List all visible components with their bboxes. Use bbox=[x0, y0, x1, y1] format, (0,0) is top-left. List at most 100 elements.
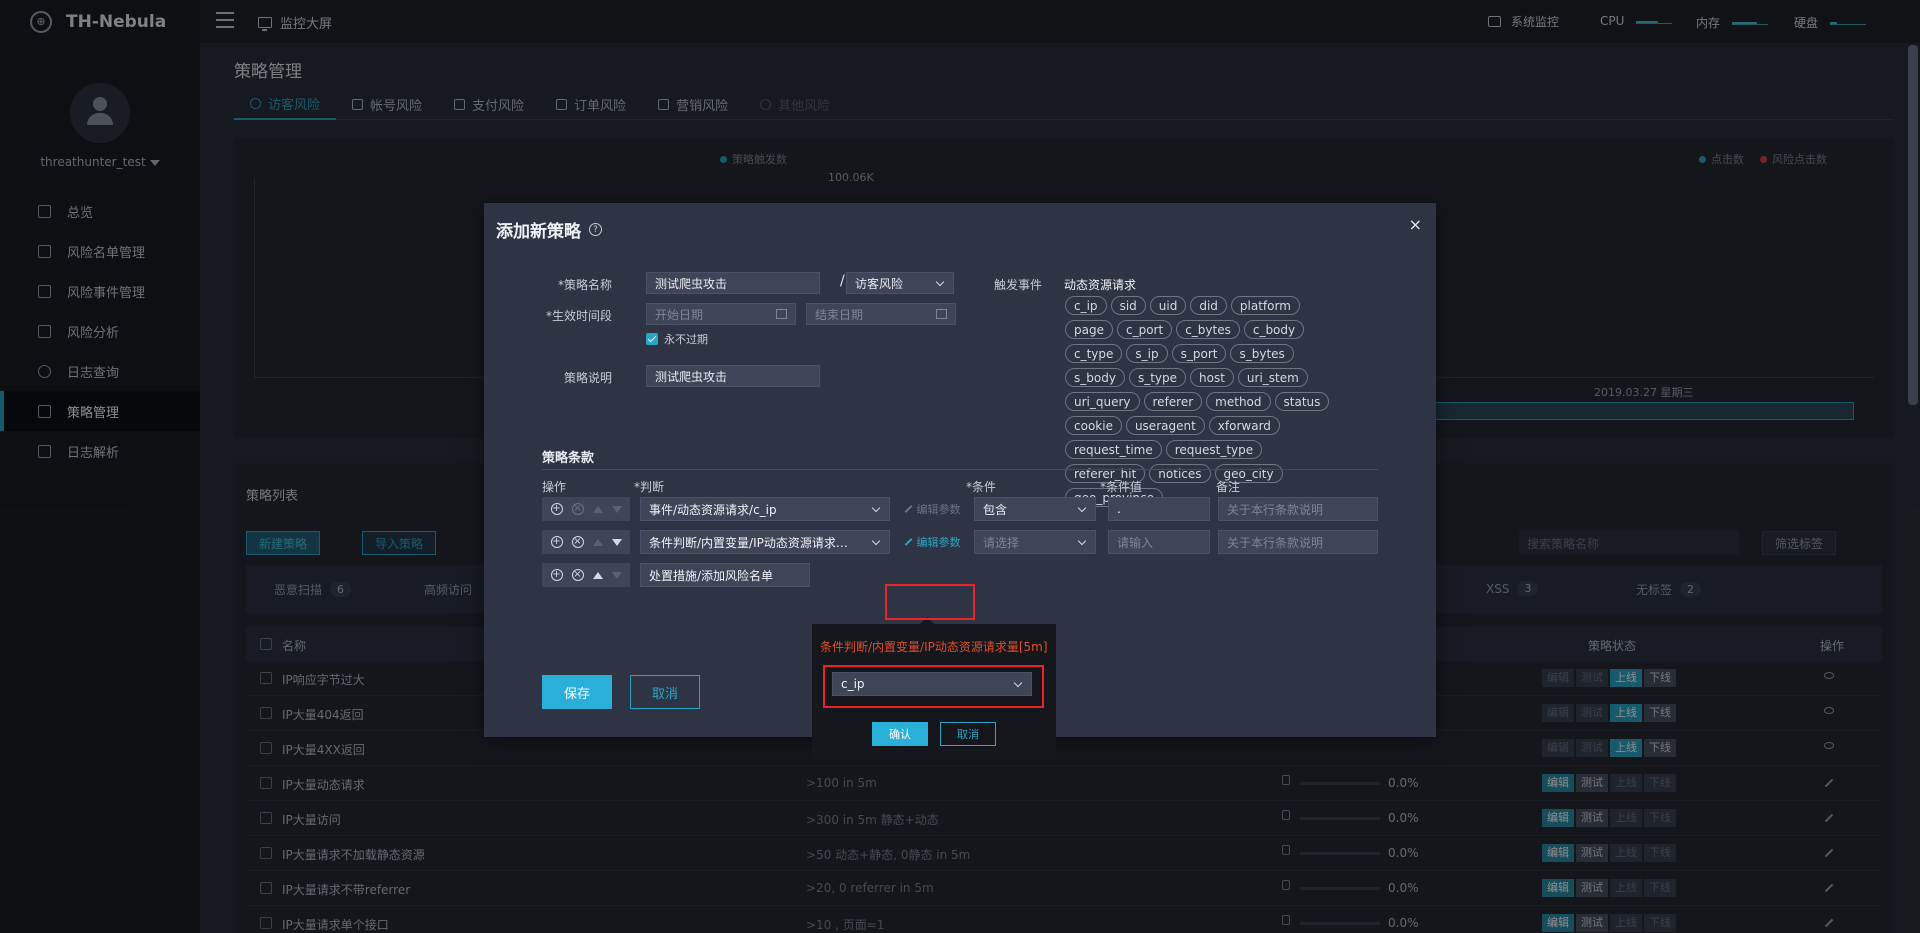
remove-row-icon[interactable]: × bbox=[571, 569, 584, 581]
help-icon[interactable]: ? bbox=[589, 223, 602, 236]
add-row-icon[interactable]: + bbox=[550, 503, 563, 515]
chevron-down-icon bbox=[935, 277, 945, 287]
never-expire-checkbox[interactable]: 永不过期 bbox=[646, 331, 708, 347]
category-select[interactable]: 访客风险 bbox=[846, 272, 954, 294]
time-range-label: *生效时间段 bbox=[545, 309, 612, 323]
condition-value: 包含 bbox=[983, 502, 1008, 517]
strategy-name-input[interactable]: 测试爬虫攻击 bbox=[646, 272, 820, 294]
row-ops: + × bbox=[542, 530, 630, 554]
col-judge-header: *判断 bbox=[634, 480, 665, 494]
move-down-icon[interactable] bbox=[611, 538, 622, 546]
event-field-tag[interactable]: cookie bbox=[1065, 416, 1122, 435]
add-row-icon[interactable]: + bbox=[550, 536, 563, 548]
edit-params-button-1: 编辑参数 bbox=[892, 497, 972, 521]
description-input[interactable]: 测试爬虫攻击 bbox=[646, 365, 820, 387]
col-value-header: *条件值 bbox=[1100, 480, 1143, 494]
chevron-down-icon bbox=[871, 503, 881, 513]
event-field-tag[interactable]: uri_query bbox=[1065, 392, 1140, 411]
highlight-popover-select bbox=[823, 665, 1044, 708]
chevron-down-icon bbox=[1077, 536, 1087, 546]
chevron-down-icon bbox=[1077, 503, 1087, 513]
pencil-icon bbox=[904, 538, 912, 546]
start-date-input[interactable]: 开始日期 bbox=[646, 303, 796, 325]
judge-select-1[interactable]: 事件/动态资源请求/c_ip bbox=[640, 497, 890, 521]
col-op-header: 操作 bbox=[542, 480, 567, 494]
slash-separator: / bbox=[840, 273, 845, 289]
clause-row-1: + × 事件/动态资源请求/c_ip 编辑参数 包含 . 关于本行条款说明 bbox=[542, 497, 1378, 521]
move-up-icon bbox=[592, 538, 603, 546]
note-input-1[interactable]: 关于本行条款说明 bbox=[1218, 497, 1378, 521]
event-field-tag[interactable]: did bbox=[1190, 296, 1227, 315]
col-cond-header: *条件 bbox=[966, 480, 997, 494]
add-row-icon[interactable]: + bbox=[550, 569, 563, 581]
condition-value-input-1[interactable]: . bbox=[1108, 497, 1210, 521]
trigger-event-label: 触发事件 bbox=[994, 278, 1043, 292]
popover-cancel-button[interactable]: 取消 bbox=[940, 722, 996, 746]
calendar-icon bbox=[776, 309, 787, 319]
event-field-tag[interactable]: xforward bbox=[1208, 416, 1280, 435]
judge-value: 事件/动态资源请求/c_ip bbox=[649, 502, 777, 517]
modal-title-text: 添加新策略 bbox=[496, 222, 581, 242]
move-up-icon[interactable] bbox=[592, 571, 603, 579]
remove-row-icon[interactable]: × bbox=[571, 536, 584, 548]
pencil-icon bbox=[904, 505, 912, 513]
section-divider bbox=[542, 469, 1378, 470]
event-field-tag[interactable]: s_port bbox=[1171, 344, 1227, 363]
cancel-button[interactable]: 取消 bbox=[630, 675, 700, 709]
event-field-tag[interactable]: status bbox=[1274, 392, 1330, 411]
event-field-tag[interactable]: s_type bbox=[1128, 368, 1186, 387]
event-field-tag[interactable]: host bbox=[1190, 368, 1234, 387]
app-root: ⊕ TH-Nebula 监控大屏 系统监控 CPU 内存 硬盘 threathu… bbox=[0, 0, 1920, 933]
event-field-tag[interactable]: c_bytes bbox=[1176, 320, 1240, 339]
highlight-edit-params bbox=[885, 584, 975, 620]
event-field-tag[interactable]: useragent bbox=[1125, 416, 1205, 435]
judge-select-2[interactable]: 条件判断/内置变量/IP动态资源请求量[5m] bbox=[640, 530, 890, 554]
chevron-down-icon bbox=[871, 536, 881, 546]
event-field-tag[interactable]: platform bbox=[1230, 296, 1300, 315]
action-select-3[interactable]: 处置措施/添加风险名单 bbox=[640, 563, 810, 587]
condition-select-2[interactable]: 请选择 bbox=[974, 530, 1096, 554]
clause-row-2: + × 条件判断/内置变量/IP动态资源请求量[5m] 编辑参数 请选择 请输入… bbox=[542, 530, 1378, 554]
event-field-tag[interactable]: uid bbox=[1149, 296, 1187, 315]
move-down-icon bbox=[611, 505, 622, 513]
edit-params-label: 编辑参数 bbox=[916, 536, 961, 549]
checkbox-checked-icon bbox=[646, 333, 658, 345]
never-expire-label: 永不过期 bbox=[664, 333, 708, 346]
popover-title: 条件判断/内置变量/IP动态资源请求量[5m] bbox=[820, 640, 1048, 654]
category-value: 访客风险 bbox=[855, 276, 904, 291]
remove-row-icon: × bbox=[571, 503, 584, 515]
col-note-header: 备注 bbox=[1216, 480, 1241, 494]
event-field-tag[interactable]: request_type bbox=[1165, 440, 1263, 459]
note-input-2[interactable]: 关于本行条款说明 bbox=[1218, 530, 1378, 554]
event-field-tags: c_ip sid uid did platform page c_port c_bytes c_… bbox=[1065, 296, 1345, 507]
event-field-tag[interactable]: sid bbox=[1110, 296, 1146, 315]
event-field-tag[interactable]: c_port bbox=[1116, 320, 1173, 339]
event-field-tag[interactable]: c_ip bbox=[1065, 296, 1107, 315]
event-field-tag[interactable]: uri_stem bbox=[1237, 368, 1308, 387]
condition-select-1[interactable]: 包含 bbox=[974, 497, 1096, 521]
start-date-placeholder: 开始日期 bbox=[655, 307, 704, 322]
condition-value-input-2[interactable]: 请输入 bbox=[1108, 530, 1210, 554]
event-field-tag[interactable]: c_body bbox=[1243, 320, 1305, 339]
end-date-input[interactable]: 结束日期 bbox=[806, 303, 956, 325]
event-field-tag[interactable]: c_type bbox=[1065, 344, 1123, 363]
page-scrollbar[interactable] bbox=[1908, 45, 1918, 405]
popover-confirm-button[interactable]: 确认 bbox=[872, 722, 928, 746]
event-field-tag[interactable]: request_time bbox=[1065, 440, 1162, 459]
close-icon[interactable]: × bbox=[1409, 215, 1422, 234]
event-field-tag[interactable]: referer bbox=[1143, 392, 1203, 411]
edit-params-label: 编辑参数 bbox=[916, 503, 961, 516]
event-field-tag[interactable]: s_body bbox=[1065, 368, 1125, 387]
clause-section-title: 策略条款 bbox=[542, 451, 595, 466]
save-button[interactable]: 保存 bbox=[542, 675, 612, 709]
move-up-icon bbox=[592, 505, 603, 513]
judge-value: 条件判断/内置变量/IP动态资源请求量[5m] bbox=[649, 535, 859, 550]
event-field-tag[interactable]: method bbox=[1206, 392, 1271, 411]
event-field-tag[interactable]: s_ip bbox=[1126, 344, 1168, 363]
event-field-tag[interactable]: s_bytes bbox=[1230, 344, 1294, 363]
row-ops: + × bbox=[542, 497, 630, 521]
event-field-tag[interactable]: notices bbox=[1149, 464, 1211, 483]
event-field-tag[interactable]: page bbox=[1065, 320, 1113, 339]
edit-params-button-2[interactable]: 编辑参数 bbox=[892, 530, 972, 554]
modal-title: 添加新策略? bbox=[496, 217, 602, 242]
